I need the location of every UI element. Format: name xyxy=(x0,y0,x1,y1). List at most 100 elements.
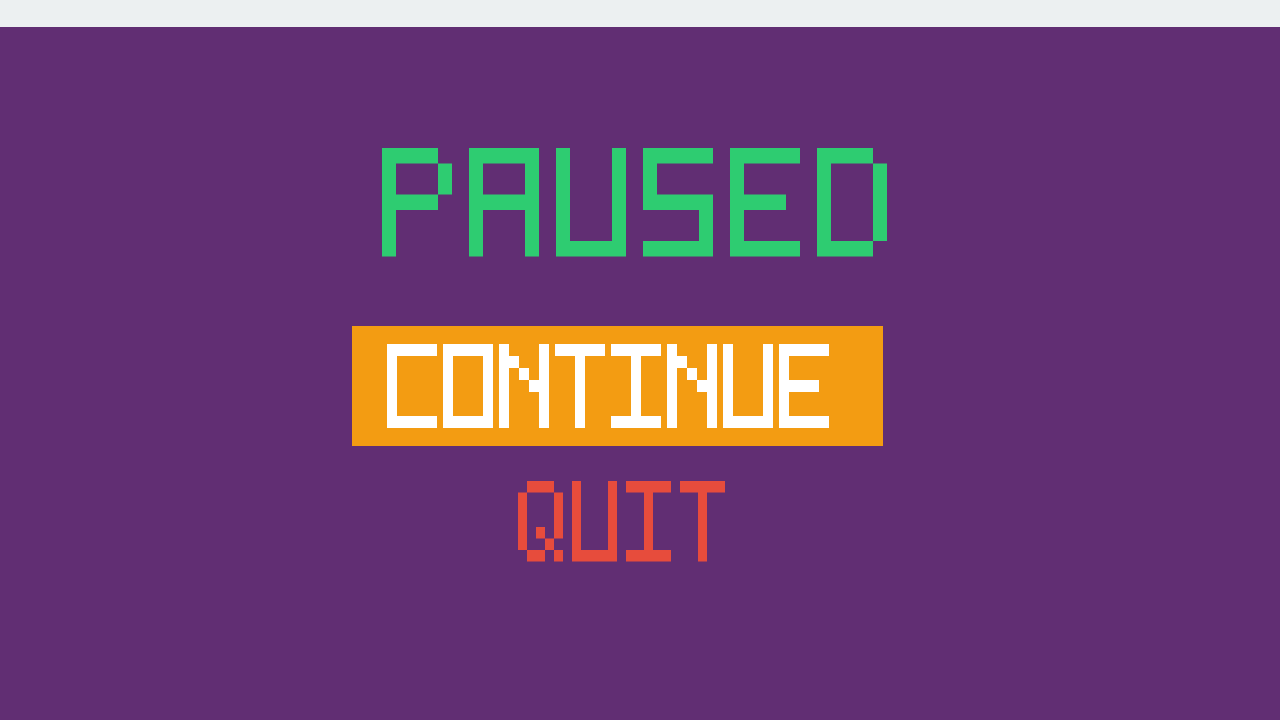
title-pixel xyxy=(730,210,744,226)
title-pixel xyxy=(382,194,396,210)
title-pixel xyxy=(525,194,539,210)
title-pixel xyxy=(438,163,452,179)
title-pixel xyxy=(671,241,685,257)
title-pixel xyxy=(831,241,845,257)
title-pixel xyxy=(525,210,539,226)
title-pixel xyxy=(556,225,570,241)
title-pixel xyxy=(817,225,831,241)
title-pixel xyxy=(873,179,887,195)
title-pixel xyxy=(817,210,831,226)
title-pixel xyxy=(382,225,396,241)
title-pixel xyxy=(817,241,831,257)
title-pixel xyxy=(525,163,539,179)
title-pixel xyxy=(556,194,570,210)
title-pixel xyxy=(873,210,887,226)
title-pixel xyxy=(845,148,859,164)
window-top-bar xyxy=(0,0,1280,27)
title-pixel xyxy=(556,210,570,226)
title-pixel xyxy=(424,194,438,210)
title-pixel xyxy=(469,210,483,226)
title-pixel xyxy=(786,148,800,164)
title-pixel xyxy=(671,148,685,164)
title-pixel xyxy=(382,163,396,179)
title-pixel xyxy=(831,148,845,164)
continue-button[interactable]: CONTINUE xyxy=(352,326,883,446)
title-pixel xyxy=(817,148,831,164)
title-pixel xyxy=(817,179,831,195)
title-pixel xyxy=(556,163,570,179)
title-pixel xyxy=(396,194,410,210)
title-pixel xyxy=(873,163,887,179)
title-pixel xyxy=(612,163,626,179)
title-pixel xyxy=(469,179,483,195)
title-pixel xyxy=(671,194,685,210)
title-pixel xyxy=(817,163,831,179)
title-pixel xyxy=(424,148,438,164)
pause-menu-screen: PAUSED CONTINUE QUIT xyxy=(0,27,1280,720)
title-pixel xyxy=(469,241,483,257)
title-pixel xyxy=(396,148,410,164)
title-pixel xyxy=(859,148,873,164)
title-pixel xyxy=(511,194,525,210)
title-pixel xyxy=(525,241,539,257)
title-pixel xyxy=(772,194,786,210)
title-pixel xyxy=(382,179,396,195)
title-pixel xyxy=(657,148,671,164)
title-pixel xyxy=(744,194,758,210)
title-pixel xyxy=(758,241,772,257)
title-pixel xyxy=(556,241,570,257)
title-pixel xyxy=(817,194,831,210)
quit-button[interactable]: QUIT xyxy=(500,467,740,577)
title-pixel xyxy=(730,241,744,257)
title-pixel xyxy=(643,194,657,210)
title-pixel xyxy=(657,194,671,210)
title-pixel xyxy=(483,148,497,164)
title-pixel xyxy=(570,241,584,257)
title-pixel xyxy=(685,241,699,257)
title-pixel xyxy=(469,163,483,179)
title-pixel xyxy=(612,179,626,195)
title-pixel xyxy=(410,148,424,164)
title-pixel xyxy=(483,194,497,210)
title-pixel xyxy=(643,179,657,195)
title-pixel xyxy=(699,210,713,226)
title-pixel xyxy=(556,179,570,195)
title-pixel xyxy=(497,148,511,164)
quit-button-label: QUIT xyxy=(500,467,501,468)
title-pixel xyxy=(469,148,483,164)
title-pixel xyxy=(612,210,626,226)
title-pixel xyxy=(758,148,772,164)
title-pixel xyxy=(730,179,744,195)
title-pixel xyxy=(699,194,713,210)
title-pixel xyxy=(845,241,859,257)
title-pixel xyxy=(685,194,699,210)
title-pixel xyxy=(382,148,396,164)
title-pixel xyxy=(469,225,483,241)
title-pixel xyxy=(612,148,626,164)
title-pixel xyxy=(873,225,887,241)
title-pixel xyxy=(730,194,744,210)
title-pixel xyxy=(598,241,612,257)
title-pixel xyxy=(772,148,786,164)
title-pixel xyxy=(511,148,525,164)
title-pixel xyxy=(643,241,657,257)
title-pixel xyxy=(758,194,772,210)
title-pixel xyxy=(643,163,657,179)
title-pixel xyxy=(612,194,626,210)
title-pixel xyxy=(469,194,483,210)
title-pixel xyxy=(657,241,671,257)
title-pixel xyxy=(612,241,626,257)
title-pixel xyxy=(744,241,758,257)
title-pixel xyxy=(786,241,800,257)
title-pixel xyxy=(873,194,887,210)
title-pixel xyxy=(685,148,699,164)
title-pixel xyxy=(699,148,713,164)
title-pixel xyxy=(525,148,539,164)
title-pixel xyxy=(730,163,744,179)
title-pixel xyxy=(699,225,713,241)
title-pixel xyxy=(772,241,786,257)
title-pixel xyxy=(556,148,570,164)
title-pixel xyxy=(859,241,873,257)
title-pixel xyxy=(438,179,452,195)
title-pixel xyxy=(525,225,539,241)
